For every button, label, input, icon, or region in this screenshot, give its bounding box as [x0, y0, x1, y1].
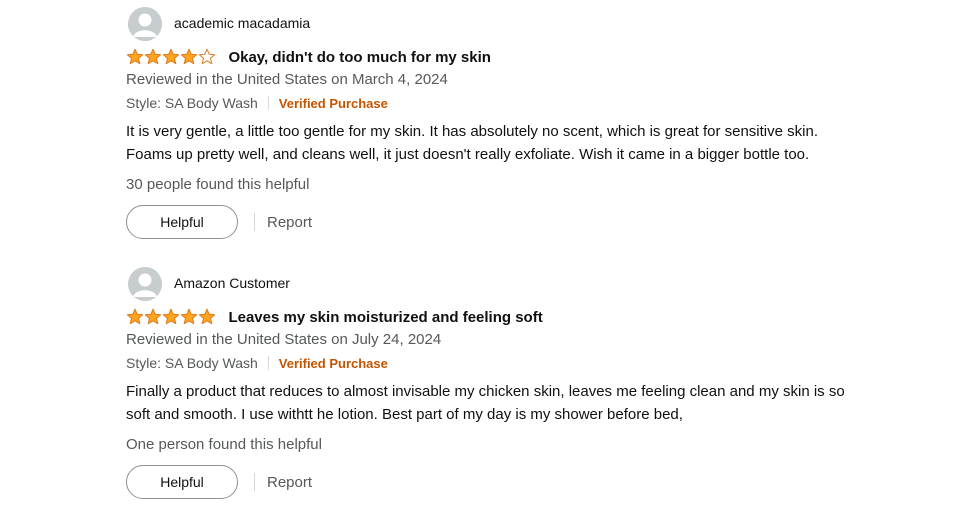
star-filled-icon — [162, 308, 180, 325]
review-body: Finally a product that reduces to almost… — [126, 380, 926, 426]
star-filled-icon — [126, 48, 144, 65]
divider — [254, 473, 255, 491]
review-body-line: Foams up pretty well, and cleans well, i… — [126, 146, 810, 163]
review-actions: Helpful Report — [126, 465, 312, 499]
review: academic macadamia Okay, didn't do too m… — [126, 6, 926, 239]
review-body: It is very gentle, a little too gentle f… — [126, 120, 926, 166]
verified-purchase-badge: Verified Purchase — [278, 356, 388, 371]
star-filled-icon — [144, 48, 162, 65]
review-title[interactable]: Leaves my skin moisturized and feeling s… — [228, 309, 542, 326]
product-style[interactable]: Style: SA Body Wash — [126, 355, 258, 371]
star-rating[interactable] — [126, 48, 216, 66]
reviewer-profile[interactable]: academic macadamia — [126, 6, 926, 42]
star-filled-icon — [162, 48, 180, 65]
reviewer-profile[interactable]: Amazon Customer — [126, 266, 926, 302]
review-body-line: It is very gentle, a little too gentle f… — [126, 123, 818, 140]
star-filled-icon — [180, 308, 198, 325]
star-filled-icon — [180, 48, 198, 65]
reviewer-name[interactable]: academic macadamia — [174, 15, 310, 31]
review: Amazon Customer Leaves my skin moisturiz… — [126, 266, 926, 499]
helpful-button[interactable]: Helpful — [126, 205, 238, 239]
star-empty-icon — [198, 48, 216, 65]
divider — [267, 356, 269, 370]
default-profile-icon — [128, 267, 162, 301]
report-link[interactable]: Report — [267, 474, 312, 491]
star-filled-icon — [144, 308, 162, 325]
review-format: Style: SA Body Wash Verified Purchase — [126, 355, 388, 371]
star-rating[interactable] — [126, 308, 216, 326]
helpful-button[interactable]: Helpful — [126, 465, 238, 499]
review-title[interactable]: Okay, didn't do too much for my skin — [228, 49, 490, 66]
divider — [267, 96, 269, 110]
helpful-vote-statement: 30 people found this helpful — [126, 176, 310, 193]
product-style[interactable]: Style: SA Body Wash — [126, 95, 258, 111]
review-date: Reviewed in the United States on July 24… — [126, 331, 442, 348]
reviewer-name[interactable]: Amazon Customer — [174, 275, 290, 291]
star-filled-icon — [198, 308, 216, 325]
review-actions: Helpful Report — [126, 205, 312, 239]
review-header: Leaves my skin moisturized and feeling s… — [126, 308, 543, 330]
verified-purchase-badge: Verified Purchase — [278, 96, 388, 111]
divider — [254, 213, 255, 231]
helpful-vote-statement: One person found this helpful — [126, 436, 322, 453]
report-link[interactable]: Report — [267, 214, 312, 231]
star-filled-icon — [126, 308, 144, 325]
review-date: Reviewed in the United States on March 4… — [126, 71, 448, 88]
default-profile-icon — [128, 7, 162, 41]
review-header: Okay, didn't do too much for my skin — [126, 48, 491, 70]
review-body-line: Finally a product that reduces to almost… — [126, 383, 845, 400]
review-format: Style: SA Body Wash Verified Purchase — [126, 95, 388, 111]
review-body-line: soft and smooth. I use withtt he lotion.… — [126, 406, 683, 423]
